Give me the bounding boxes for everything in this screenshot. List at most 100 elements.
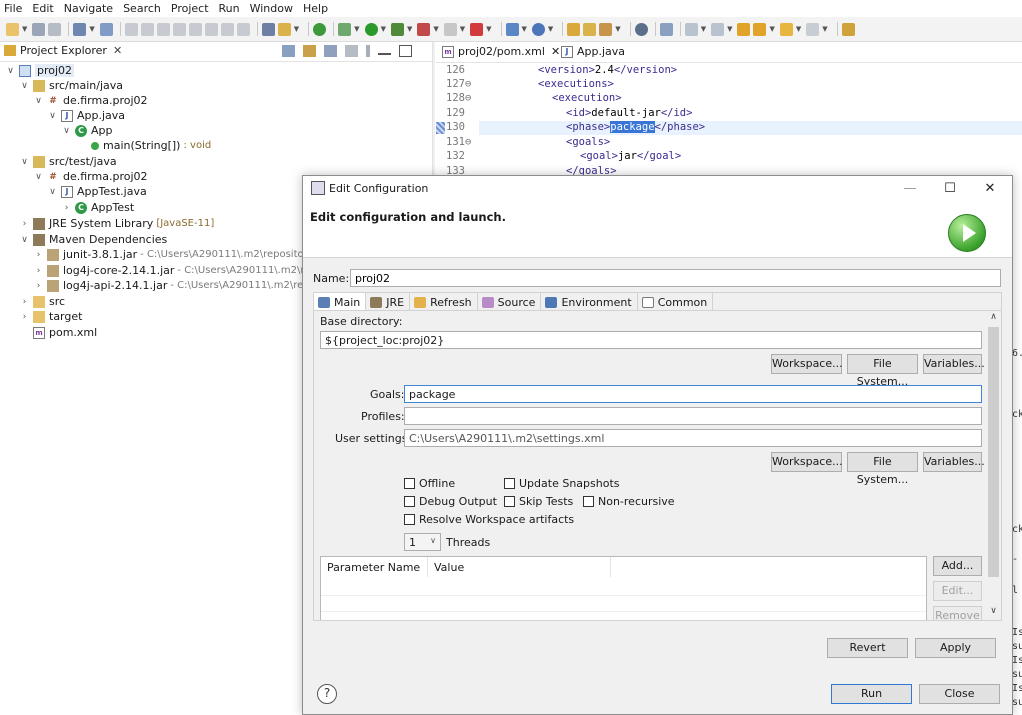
new-java-project-icon[interactable] bbox=[505, 22, 519, 36]
globe-icon[interactable] bbox=[634, 22, 648, 36]
menu-navigate[interactable]: Navigate bbox=[64, 2, 113, 15]
coverage-icon[interactable] bbox=[390, 22, 404, 36]
workspace-button[interactable]: Workspace... bbox=[771, 354, 843, 374]
step-into-icon[interactable] bbox=[204, 22, 218, 36]
chevron-down-icon[interactable]: ∨ bbox=[5, 66, 16, 76]
tab-jre[interactable]: JRE bbox=[366, 293, 411, 311]
chevron-down-icon[interactable]: ∨ bbox=[61, 126, 72, 136]
terminate-icon[interactable] bbox=[172, 22, 186, 36]
tree-item-log4j-api-jar[interactable]: › log4j-api-2.14.1.jar - C:\Users\A29011… bbox=[33, 278, 321, 293]
external-tools-dropdown-icon[interactable]: ▼ bbox=[433, 25, 438, 33]
maximize-icon[interactable] bbox=[399, 45, 412, 57]
close-button[interactable]: Close bbox=[919, 684, 1000, 704]
tab-source[interactable]: Source bbox=[478, 293, 542, 311]
tree-item-test-package[interactable]: ∨ # de.firma.proj02 bbox=[33, 169, 147, 184]
tree-item-apptest-java[interactable]: ∨ J AppTest.java bbox=[47, 184, 147, 199]
user-settings-field[interactable] bbox=[404, 429, 982, 447]
tree-item-maven-dependencies[interactable]: ∨ Maven Dependencies bbox=[19, 232, 167, 247]
search-icon[interactable] bbox=[99, 22, 113, 36]
apply-button[interactable]: Apply bbox=[915, 638, 996, 658]
task-dropdown-icon[interactable]: ▼ bbox=[294, 25, 299, 33]
collapse-all-icon[interactable] bbox=[282, 45, 295, 57]
previous-annotation-icon[interactable] bbox=[711, 22, 725, 36]
new-java-project-dropdown-icon[interactable]: ▼ bbox=[522, 25, 527, 33]
tree-item-pom-xml[interactable]: m pom.xml bbox=[33, 325, 97, 340]
tab-main[interactable]: Main bbox=[314, 293, 367, 311]
disconnect-icon[interactable] bbox=[188, 22, 202, 36]
terminal-dropdown-icon[interactable]: ▼ bbox=[89, 25, 94, 33]
menu-project[interactable]: Project bbox=[171, 2, 209, 15]
panel-scrollbar[interactable]: ∧ ∨ bbox=[986, 311, 1001, 620]
chevron-down-icon[interactable]: ∨ bbox=[33, 172, 44, 182]
parameter-name-header[interactable]: Parameter Name bbox=[321, 557, 428, 577]
base-directory-field[interactable] bbox=[320, 331, 982, 349]
chevron-right-icon[interactable]: › bbox=[61, 203, 72, 213]
scroll-up-icon[interactable]: ∧ bbox=[986, 312, 1001, 326]
coverage-dropdown-icon[interactable]: ▼ bbox=[407, 25, 412, 33]
file-system-button[interactable]: File System... bbox=[847, 354, 918, 388]
save-icon[interactable] bbox=[32, 22, 46, 36]
run-button[interactable]: Run bbox=[831, 684, 912, 704]
tree-item-app-class[interactable]: ∨ C App bbox=[61, 123, 112, 138]
chevron-right-icon[interactable]: › bbox=[19, 312, 30, 322]
deploy-icon[interactable] bbox=[470, 22, 484, 36]
last-edit-icon[interactable] bbox=[737, 22, 751, 36]
checkbox-box[interactable] bbox=[583, 496, 594, 507]
threads-selector[interactable]: 1 ∨ bbox=[404, 533, 441, 551]
minimize-icon[interactable] bbox=[378, 47, 391, 55]
forward-dropdown-icon[interactable]: ▼ bbox=[822, 25, 827, 33]
variables-button[interactable]: Variables... bbox=[923, 452, 985, 472]
checkbox-box[interactable] bbox=[504, 478, 515, 489]
menu-run[interactable]: Run bbox=[219, 2, 240, 15]
menu-edit[interactable]: Edit bbox=[32, 2, 53, 15]
next-annotation-icon[interactable] bbox=[684, 22, 698, 36]
goals-field[interactable] bbox=[404, 385, 982, 403]
menu-help[interactable]: Help bbox=[303, 2, 328, 15]
menu-file[interactable]: File bbox=[4, 2, 22, 15]
view-menu-icon[interactable] bbox=[366, 45, 370, 57]
non-recursive-checkbox[interactable]: Non-recursive bbox=[583, 495, 675, 508]
chevron-down-icon[interactable]: ∨ bbox=[19, 157, 30, 167]
help-icon[interactable]: ? bbox=[317, 684, 337, 704]
resolve-workspace-checkbox[interactable]: Resolve Workspace artifacts bbox=[404, 513, 574, 526]
edit-parameter-button[interactable]: Edit... bbox=[933, 581, 982, 601]
scroll-down-icon[interactable]: ∨ bbox=[986, 606, 1001, 620]
tree-item-src-test-java[interactable]: ∨ src/test/java bbox=[19, 154, 116, 169]
revert-button[interactable]: Revert bbox=[827, 638, 908, 658]
chevron-down-icon[interactable]: ∨ bbox=[19, 81, 30, 91]
sync-icon[interactable] bbox=[313, 22, 327, 36]
workspace-button[interactable]: Workspace... bbox=[771, 452, 843, 472]
step-over-icon[interactable] bbox=[220, 22, 234, 36]
tree-item-jre-library[interactable]: › JRE System Library [JavaSE-11] bbox=[19, 216, 215, 231]
chevron-down-icon[interactable]: ∨ bbox=[47, 187, 58, 197]
new-class-dropdown-icon[interactable]: ▼ bbox=[548, 25, 553, 33]
resume-icon[interactable] bbox=[140, 22, 154, 36]
close-icon[interactable]: ✕ bbox=[113, 44, 122, 57]
save-all-icon[interactable] bbox=[48, 22, 62, 36]
tab-pom-xml[interactable]: m proj02/pom.xml ✕ bbox=[442, 45, 560, 58]
external-tools-icon[interactable] bbox=[417, 22, 431, 36]
debug-icon[interactable] bbox=[338, 22, 352, 36]
file-system-button[interactable]: File System... bbox=[847, 452, 918, 486]
checkbox-box[interactable] bbox=[504, 496, 515, 507]
chevron-down-icon[interactable]: ∨ bbox=[47, 111, 58, 121]
next-annotation-dropdown-icon[interactable]: ▼ bbox=[701, 25, 706, 33]
back-dropdown-icon[interactable]: ▼ bbox=[796, 25, 801, 33]
chevron-right-icon[interactable]: › bbox=[33, 250, 44, 260]
task-icon[interactable] bbox=[277, 22, 291, 36]
chevron-down-icon[interactable]: ∨ bbox=[19, 235, 30, 245]
debug-dropdown-icon[interactable]: ▼ bbox=[354, 25, 359, 33]
back-history-icon[interactable] bbox=[753, 22, 767, 36]
checkbox-box[interactable] bbox=[404, 496, 415, 507]
tab-app-java[interactable]: J App.java bbox=[561, 45, 625, 58]
remove-parameter-button[interactable]: Remove bbox=[933, 606, 982, 620]
pen-dropdown-icon[interactable]: ▼ bbox=[615, 25, 620, 33]
chevron-right-icon[interactable]: › bbox=[33, 266, 44, 276]
skip-breakpoints-icon[interactable] bbox=[124, 22, 138, 36]
tree-item-target[interactable]: › target bbox=[19, 309, 83, 324]
new-dropdown-icon[interactable]: ▼ bbox=[22, 25, 27, 33]
chevron-down-icon[interactable]: ∨ bbox=[33, 96, 44, 106]
tree-item-main-method[interactable]: main(String[]) : void bbox=[91, 138, 211, 153]
annotation-icon[interactable] bbox=[659, 22, 673, 36]
tree-item-proj02[interactable]: ∨ proj02 bbox=[5, 63, 75, 78]
